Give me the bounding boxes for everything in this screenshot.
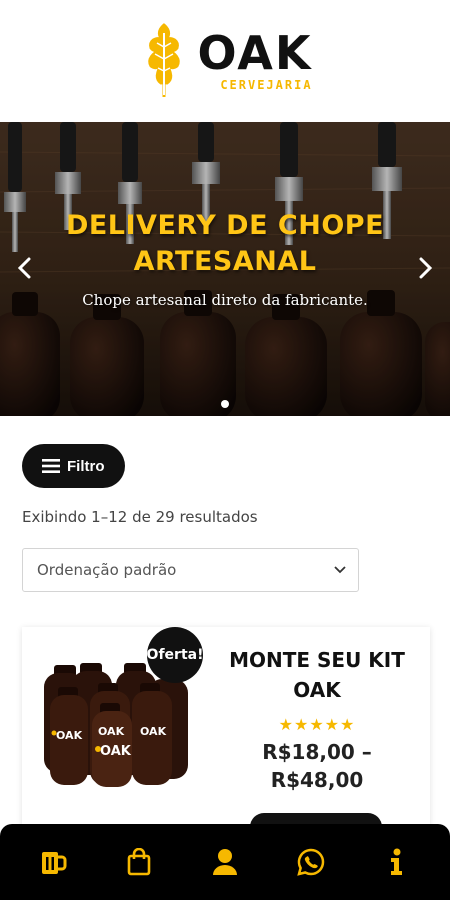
product-title[interactable]: MONTE SEU KIT OAK [217,645,417,705]
chevron-left-icon [17,257,31,279]
product-info: MONTE SEU KIT OAK ★★★★★ R$18,00 – R$48,0… [217,645,417,794]
star-icon: ★ [293,715,310,734]
sort-selected-value: Ordenação padrão [37,561,177,579]
star-icon: ★ [309,715,325,734]
nav-account[interactable] [202,839,248,885]
star-icon: ★ [340,715,356,734]
user-icon [213,849,237,875]
carousel-prev-button[interactable] [12,254,36,282]
filter-button[interactable]: Filtro [22,444,125,488]
brand-subtitle: CERVEJARIA [220,78,313,92]
bottom-nav [0,824,450,900]
rating-stars: ★★★★★ [217,715,417,734]
brand-logo[interactable]: OAK CERVEJARIA [137,21,312,101]
nav-shop[interactable] [30,839,76,885]
hero-subtitle: Chope artesanal direto da fabricante. [82,291,368,309]
product-title-line-1[interactable]: MONTE SEU KIT [217,645,417,675]
svg-text:OAK: OAK [140,725,167,738]
brand-name: OAK [197,26,313,80]
star-icon: ★ [324,715,341,734]
price-range-end: R$48,00 [270,768,364,792]
price-range-start: R$18,00 – [262,740,372,764]
svg-text:OAK: OAK [56,729,83,742]
hero-title-line-2: ARTESANAL [133,246,317,277]
star-icon: ★ [278,715,294,734]
oak-leaf-icon [148,23,181,97]
carousel-next-button[interactable] [414,254,438,282]
site-header: OAK CERVEJARIA [0,0,450,122]
sort-select[interactable]: Ordenação padrão [22,548,359,592]
hero-carousel[interactable]: DELIVERY DE CHOPE ARTESANAL Chope artesa… [0,122,450,416]
results-count: Exibindo 1–12 de 29 resultados [22,508,258,526]
chevron-down-icon [334,566,346,574]
nav-info[interactable] [374,839,420,885]
sale-badge: Oferta! [147,627,203,683]
menu-icon [42,459,60,473]
product-card[interactable]: OAK OAK OAK OAK Oferta! MONTE SEU KIT OA… [22,627,430,833]
product-title-line-2[interactable]: OAK [217,675,417,705]
product-price: R$18,00 – R$48,00 [217,738,417,794]
filter-label: Filtro [67,457,105,475]
svg-text:OAK: OAK [100,744,132,759]
nav-cart[interactable] [116,839,162,885]
svg-text:OAK: OAK [98,725,125,738]
shop-content: Filtro Exibindo 1–12 de 29 resultados Or… [0,416,450,592]
nav-whatsapp[interactable] [288,839,334,885]
beer-mug-icon [42,852,67,874]
shopping-bag-icon [127,848,151,876]
hero-title: DELIVERY DE CHOPE ARTESANAL [0,208,450,280]
info-icon [391,848,402,875]
hero-title-line-1: DELIVERY DE CHOPE [65,210,385,241]
chevron-right-icon [419,257,433,279]
whatsapp-icon [297,848,325,876]
carousel-dot-active[interactable] [221,400,229,408]
